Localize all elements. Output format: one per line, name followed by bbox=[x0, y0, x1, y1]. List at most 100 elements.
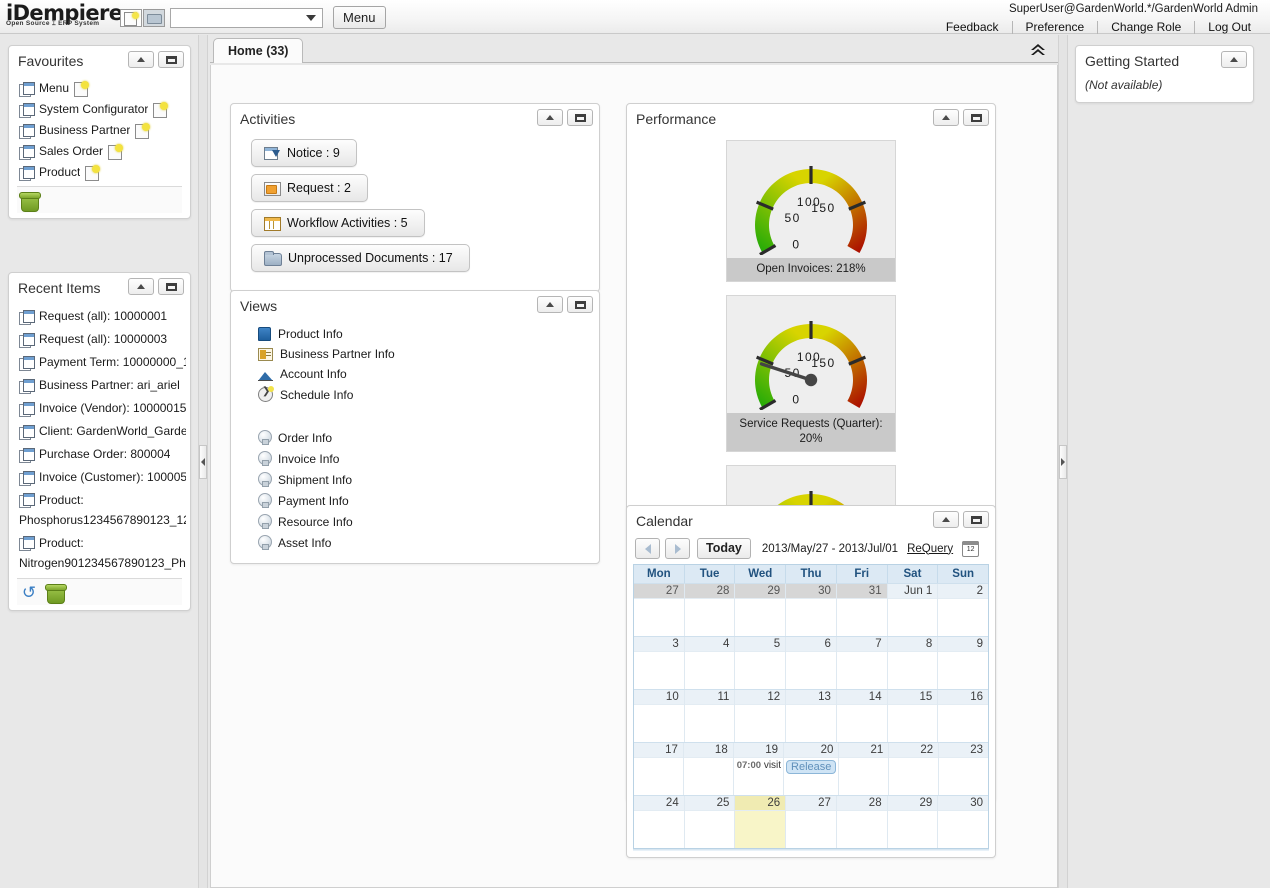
maximize-square-icon[interactable] bbox=[567, 296, 593, 313]
calendar-day-cell[interactable]: 16 bbox=[938, 690, 988, 742]
menu-button[interactable]: Menu bbox=[333, 6, 386, 29]
calendar-day-cell[interactable]: 30 bbox=[786, 584, 837, 636]
calendar-day-cell[interactable]: 11 bbox=[685, 690, 736, 742]
view-link[interactable]: Shipment Info bbox=[231, 469, 599, 490]
change-role-link[interactable]: Change Role bbox=[1098, 20, 1194, 34]
today-button[interactable]: Today bbox=[697, 538, 751, 559]
view-link[interactable]: Account Info bbox=[231, 364, 599, 384]
collapse-triangle-icon[interactable] bbox=[537, 296, 563, 313]
double-chevron-up-icon[interactable] bbox=[1027, 42, 1049, 60]
calendar-day-cell[interactable]: 9 bbox=[938, 637, 988, 689]
calendar-day-cell[interactable]: 28 bbox=[837, 796, 888, 848]
collapse-triangle-icon[interactable] bbox=[933, 511, 959, 528]
calendar-day-cell[interactable]: 28 bbox=[685, 584, 736, 636]
right-splitter[interactable] bbox=[1058, 35, 1068, 888]
calendar-day-cell[interactable]: 8 bbox=[888, 637, 939, 689]
calendar-day-cell[interactable]: 22 bbox=[889, 743, 939, 795]
calendar-day-cell[interactable]: 14 bbox=[837, 690, 888, 742]
right-splitter-handle[interactable] bbox=[1059, 445, 1067, 479]
favourite-item[interactable]: Menu bbox=[9, 78, 190, 99]
recent-item[interactable]: Invoice (Customer): 100005 bbox=[9, 466, 190, 489]
recent-item[interactable]: Purchase Order: 800004 bbox=[9, 443, 190, 466]
calendar-day-cell[interactable]: 30 bbox=[938, 796, 988, 848]
favourite-item[interactable]: Product bbox=[9, 162, 190, 183]
requery-link[interactable]: ReQuery bbox=[907, 543, 953, 555]
calendar-day-cell[interactable]: 17 bbox=[634, 743, 684, 795]
chevron-down-icon[interactable] bbox=[300, 8, 323, 28]
calendar-day-cell[interactable]: 29 bbox=[735, 584, 786, 636]
maximize-square-icon[interactable] bbox=[158, 278, 184, 295]
chevron-right-icon[interactable] bbox=[665, 538, 690, 559]
calendar-day-cell[interactable]: 26 bbox=[735, 796, 786, 848]
calendar-day-cell[interactable]: 15 bbox=[888, 690, 939, 742]
calendar-day-cell[interactable]: 13 bbox=[786, 690, 837, 742]
new-document-icon[interactable] bbox=[120, 9, 142, 27]
collapse-triangle-icon[interactable] bbox=[537, 109, 563, 126]
recent-item[interactable]: Business Partner: ari_ariel bbox=[9, 374, 190, 397]
recent-item[interactable]: Payment Term: 10000000_12 bbox=[9, 351, 190, 374]
recent-item[interactable]: Request (all): 10000003 bbox=[9, 328, 190, 351]
recent-item[interactable]: Request (all): 10000001 bbox=[9, 305, 190, 328]
calendar-picker-icon[interactable] bbox=[962, 541, 979, 557]
view-link[interactable]: Product Info bbox=[231, 324, 599, 344]
activity-button[interactable]: Unprocessed Documents : 17 bbox=[251, 244, 470, 272]
maximize-square-icon[interactable] bbox=[567, 109, 593, 126]
view-link[interactable]: Order Info bbox=[231, 427, 599, 448]
calendar-event[interactable]: 07:00 visit bbox=[734, 758, 783, 771]
calendar-day-cell[interactable]: 6 bbox=[786, 637, 837, 689]
collapse-triangle-icon[interactable] bbox=[933, 109, 959, 126]
calendar-day-cell[interactable]: 1907:00 visit bbox=[734, 743, 784, 795]
favourite-item[interactable]: Business Partner bbox=[9, 120, 190, 141]
collapse-triangle-icon[interactable] bbox=[128, 51, 154, 68]
trash-icon[interactable] bbox=[19, 191, 39, 210]
performance-gauge[interactable]: 050100150Open Invoices: 218% bbox=[726, 140, 896, 282]
calendar-day-cell[interactable]: 18 bbox=[684, 743, 734, 795]
view-link[interactable]: Schedule Info bbox=[231, 384, 599, 405]
calendar-day-cell[interactable]: 29 bbox=[888, 796, 939, 848]
collapse-triangle-icon[interactable] bbox=[1221, 51, 1247, 68]
calendar-day-cell[interactable]: 27 bbox=[786, 796, 837, 848]
calendar-day-cell[interactable]: 20Release bbox=[784, 743, 839, 795]
maximize-square-icon[interactable] bbox=[963, 109, 989, 126]
tab-home[interactable]: Home (33) bbox=[213, 38, 303, 63]
calendar-day-cell[interactable]: 5 bbox=[735, 637, 786, 689]
trash-icon[interactable] bbox=[45, 583, 65, 602]
recent-item[interactable]: Client: GardenWorld_GardenW bbox=[9, 420, 190, 443]
note-icon[interactable] bbox=[108, 144, 122, 159]
recent-item[interactable]: Invoice (Vendor): 10000015 bbox=[9, 397, 190, 420]
calendar-day-cell[interactable]: 7 bbox=[837, 637, 888, 689]
calendar-day-cell[interactable]: 27 bbox=[634, 584, 685, 636]
note-icon[interactable] bbox=[85, 165, 99, 180]
calendar-day-cell[interactable]: 2 bbox=[938, 584, 988, 636]
note-icon[interactable] bbox=[135, 123, 149, 138]
left-splitter-handle[interactable] bbox=[199, 445, 207, 479]
open-folder-icon[interactable] bbox=[143, 9, 165, 27]
maximize-square-icon[interactable] bbox=[158, 51, 184, 68]
calendar-day-cell[interactable]: Jun 1 bbox=[888, 584, 939, 636]
log-out-link[interactable]: Log Out bbox=[1195, 20, 1264, 34]
calendar-day-cell[interactable]: 23 bbox=[939, 743, 988, 795]
recent-item[interactable]: Product:Nitrogen901234567890123_Phosp bbox=[9, 532, 190, 575]
calendar-day-cell[interactable]: 12 bbox=[735, 690, 786, 742]
left-splitter[interactable] bbox=[198, 35, 208, 888]
preference-link[interactable]: Preference bbox=[1013, 20, 1098, 34]
view-link[interactable]: Payment Info bbox=[231, 490, 599, 511]
calendar-day-cell[interactable]: 21 bbox=[839, 743, 889, 795]
chevron-left-icon[interactable] bbox=[635, 538, 660, 559]
calendar-day-cell[interactable]: 10 bbox=[634, 690, 685, 742]
calendar-day-cell[interactable]: 4 bbox=[685, 637, 736, 689]
refresh-icon[interactable]: ↺ bbox=[19, 583, 39, 602]
activity-button[interactable]: Notice : 9 bbox=[251, 139, 357, 167]
feedback-link[interactable]: Feedback bbox=[933, 20, 1012, 34]
view-link[interactable]: Asset Info bbox=[231, 532, 599, 553]
view-link[interactable]: Invoice Info bbox=[231, 448, 599, 469]
activity-button[interactable]: Request : 2 bbox=[251, 174, 368, 202]
view-link[interactable]: Business Partner Info bbox=[231, 344, 599, 364]
maximize-square-icon[interactable] bbox=[963, 511, 989, 528]
calendar-day-cell[interactable]: 24 bbox=[634, 796, 685, 848]
calendar-day-cell[interactable]: 25 bbox=[685, 796, 736, 848]
calendar-day-cell[interactable]: 31 bbox=[837, 584, 888, 636]
recent-item[interactable]: Product:Phosphorus1234567890123_1234 bbox=[9, 489, 190, 532]
activity-button[interactable]: Workflow Activities : 5 bbox=[251, 209, 425, 237]
note-icon[interactable] bbox=[153, 102, 167, 117]
